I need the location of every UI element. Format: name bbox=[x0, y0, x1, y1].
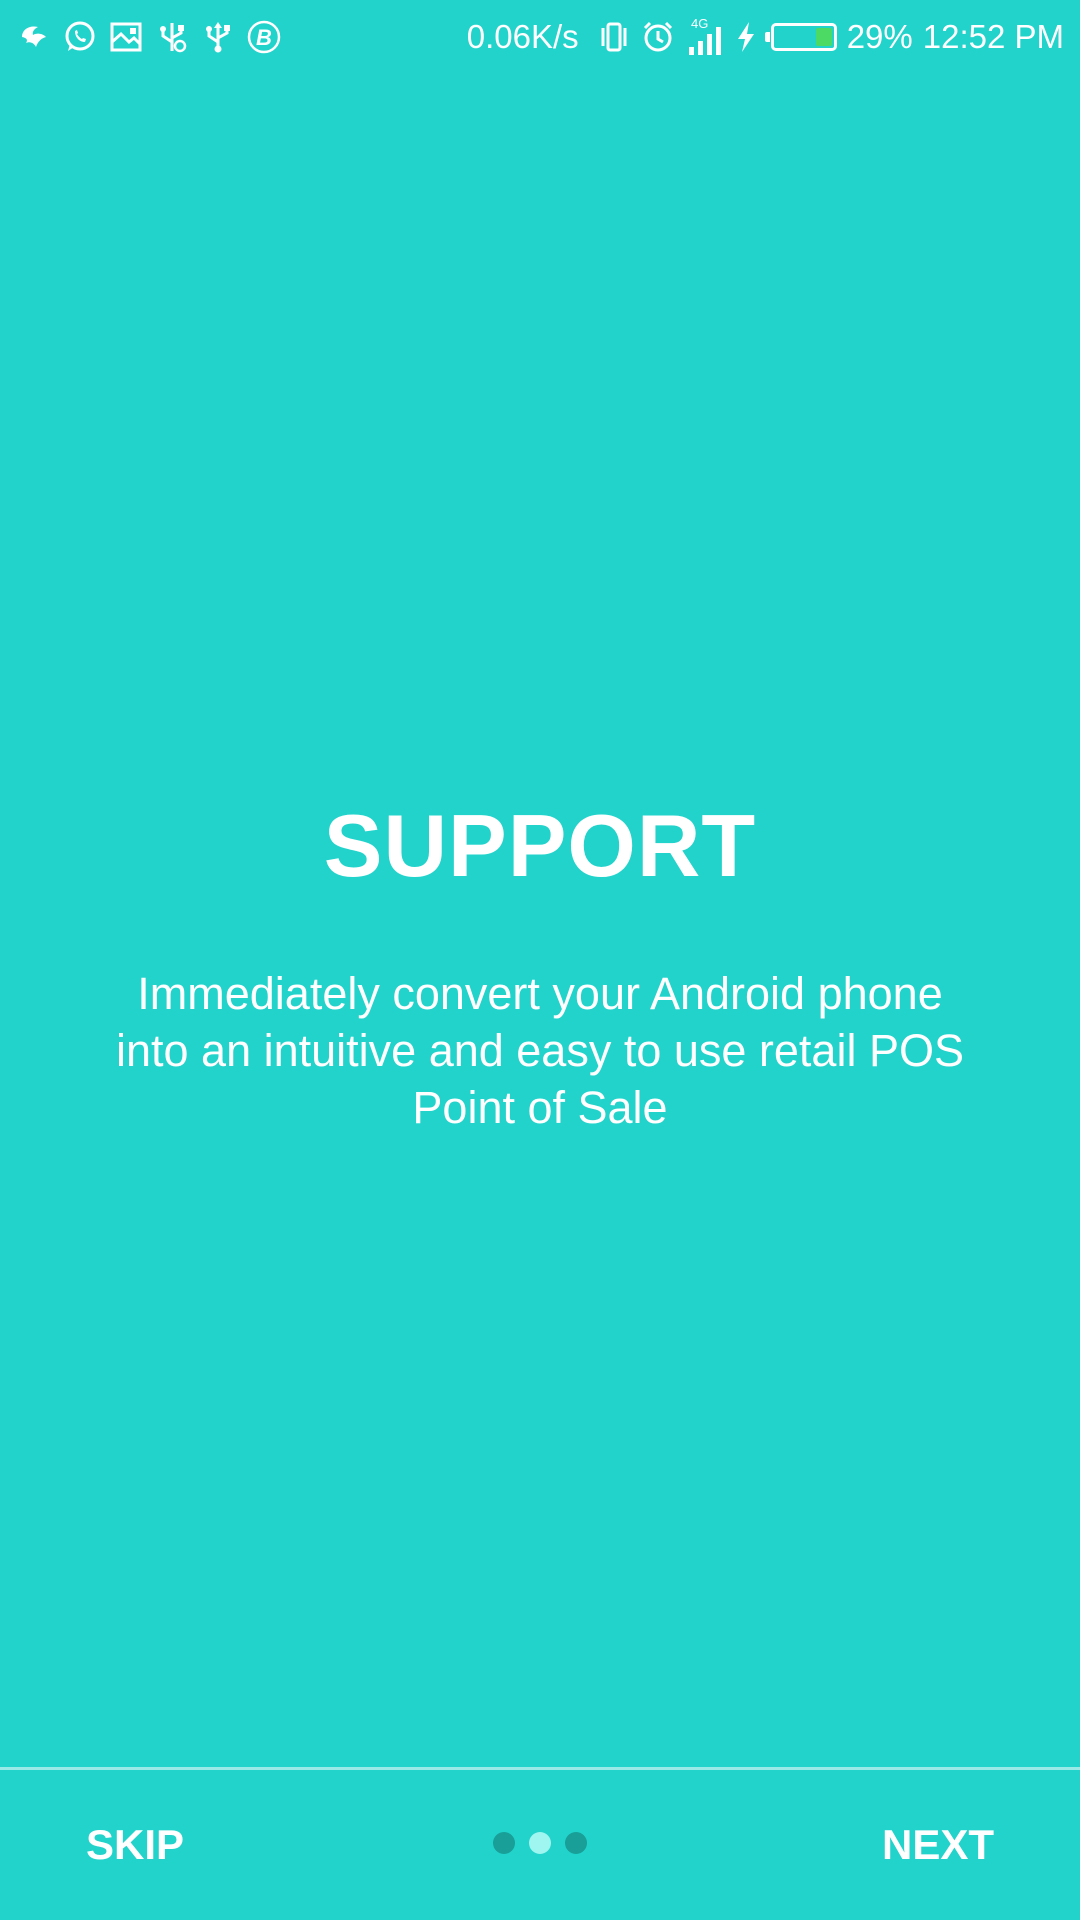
notification-icons: B bbox=[16, 14, 282, 60]
usb-debug-icon bbox=[154, 19, 190, 55]
page-dot bbox=[493, 1832, 515, 1854]
svg-text:B: B bbox=[256, 25, 272, 50]
page-dot bbox=[565, 1832, 587, 1854]
battery-icon bbox=[764, 23, 837, 51]
vibrate-icon bbox=[597, 20, 631, 54]
onboarding-footer: SKIP NEXT bbox=[0, 1770, 1080, 1920]
next-button[interactable]: NEXT bbox=[858, 1770, 1018, 1920]
charging-icon bbox=[735, 20, 757, 54]
status-bar: B 0.06K/s 4G 29% 12:52 PM bbox=[0, 0, 1080, 74]
network-speed: 0.06K/s bbox=[466, 18, 579, 55]
page-dot bbox=[529, 1832, 551, 1854]
battery-percent: 29% bbox=[846, 18, 913, 55]
system-status: 0.06K/s 4G 29% 12:52 PM bbox=[467, 14, 1064, 60]
bird-app-icon bbox=[16, 19, 52, 55]
usb-icon bbox=[200, 19, 236, 55]
battery-level bbox=[815, 28, 832, 46]
page-description: Immediately convert your Android phone i… bbox=[116, 968, 964, 1133]
signal-4g-icon: 4G bbox=[685, 17, 725, 57]
alarm-icon bbox=[641, 20, 675, 54]
whatsapp-icon bbox=[62, 19, 98, 55]
clock: 12:52 PM bbox=[922, 18, 1064, 55]
b-circle-icon: B bbox=[246, 19, 282, 55]
image-icon bbox=[108, 19, 144, 55]
network-type-label: 4G bbox=[691, 17, 708, 31]
page-title: SUPPORT bbox=[323, 796, 757, 895]
